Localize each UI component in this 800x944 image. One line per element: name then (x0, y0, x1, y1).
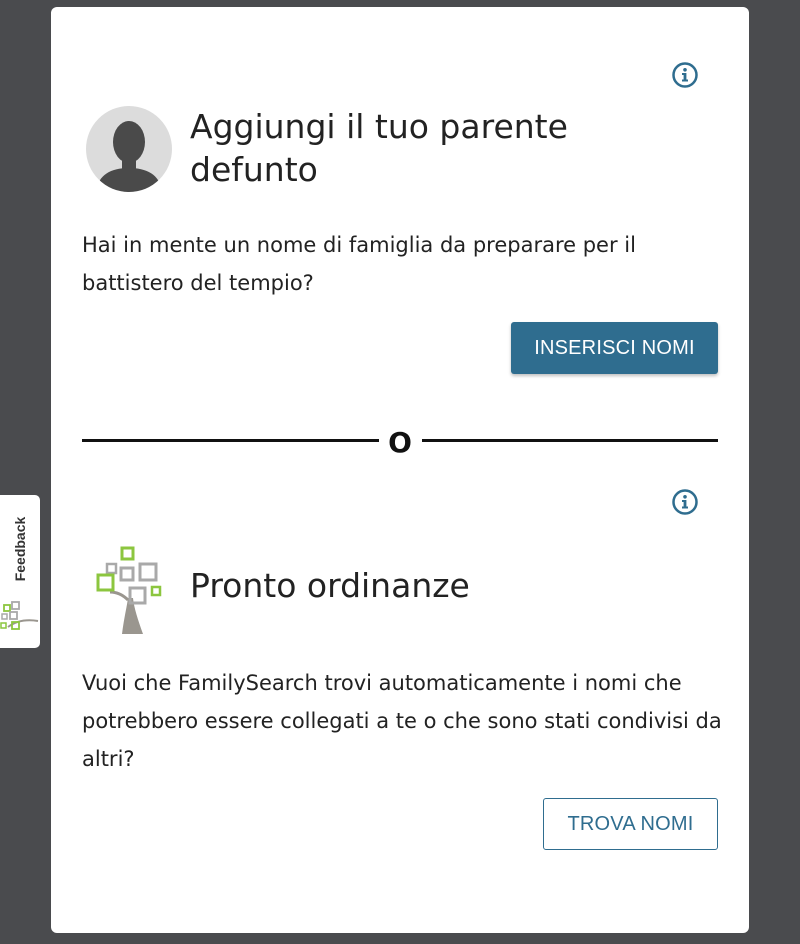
find-names-button[interactable]: TROVA NOMI (543, 798, 718, 850)
info-icon[interactable] (672, 62, 698, 88)
card: Aggiungi il tuo parente defunto Hai in m… (51, 7, 749, 933)
feedback-tab[interactable]: Feedback (0, 495, 40, 648)
section-description: Vuoi che FamilySearch trovi automaticame… (82, 671, 722, 771)
family-tree-icon (0, 601, 39, 630)
info-icon[interactable] (672, 489, 698, 515)
section-description: Hai in mente un nome di famiglia da prep… (82, 233, 636, 295)
section-title: Pronto ordinanze (190, 566, 470, 605)
person-silhouette-icon (96, 121, 162, 192)
divider-line-right (422, 439, 718, 442)
divider-label: O (388, 426, 412, 459)
insert-names-button[interactable]: INSERISCI NOMI (511, 322, 718, 374)
section-title: Aggiungi il tuo parente defunto (190, 107, 568, 189)
avatar (86, 106, 172, 192)
feedback-label: Feedback (12, 516, 28, 582)
family-tree-icon (94, 544, 164, 634)
divider-line-left (82, 439, 379, 442)
